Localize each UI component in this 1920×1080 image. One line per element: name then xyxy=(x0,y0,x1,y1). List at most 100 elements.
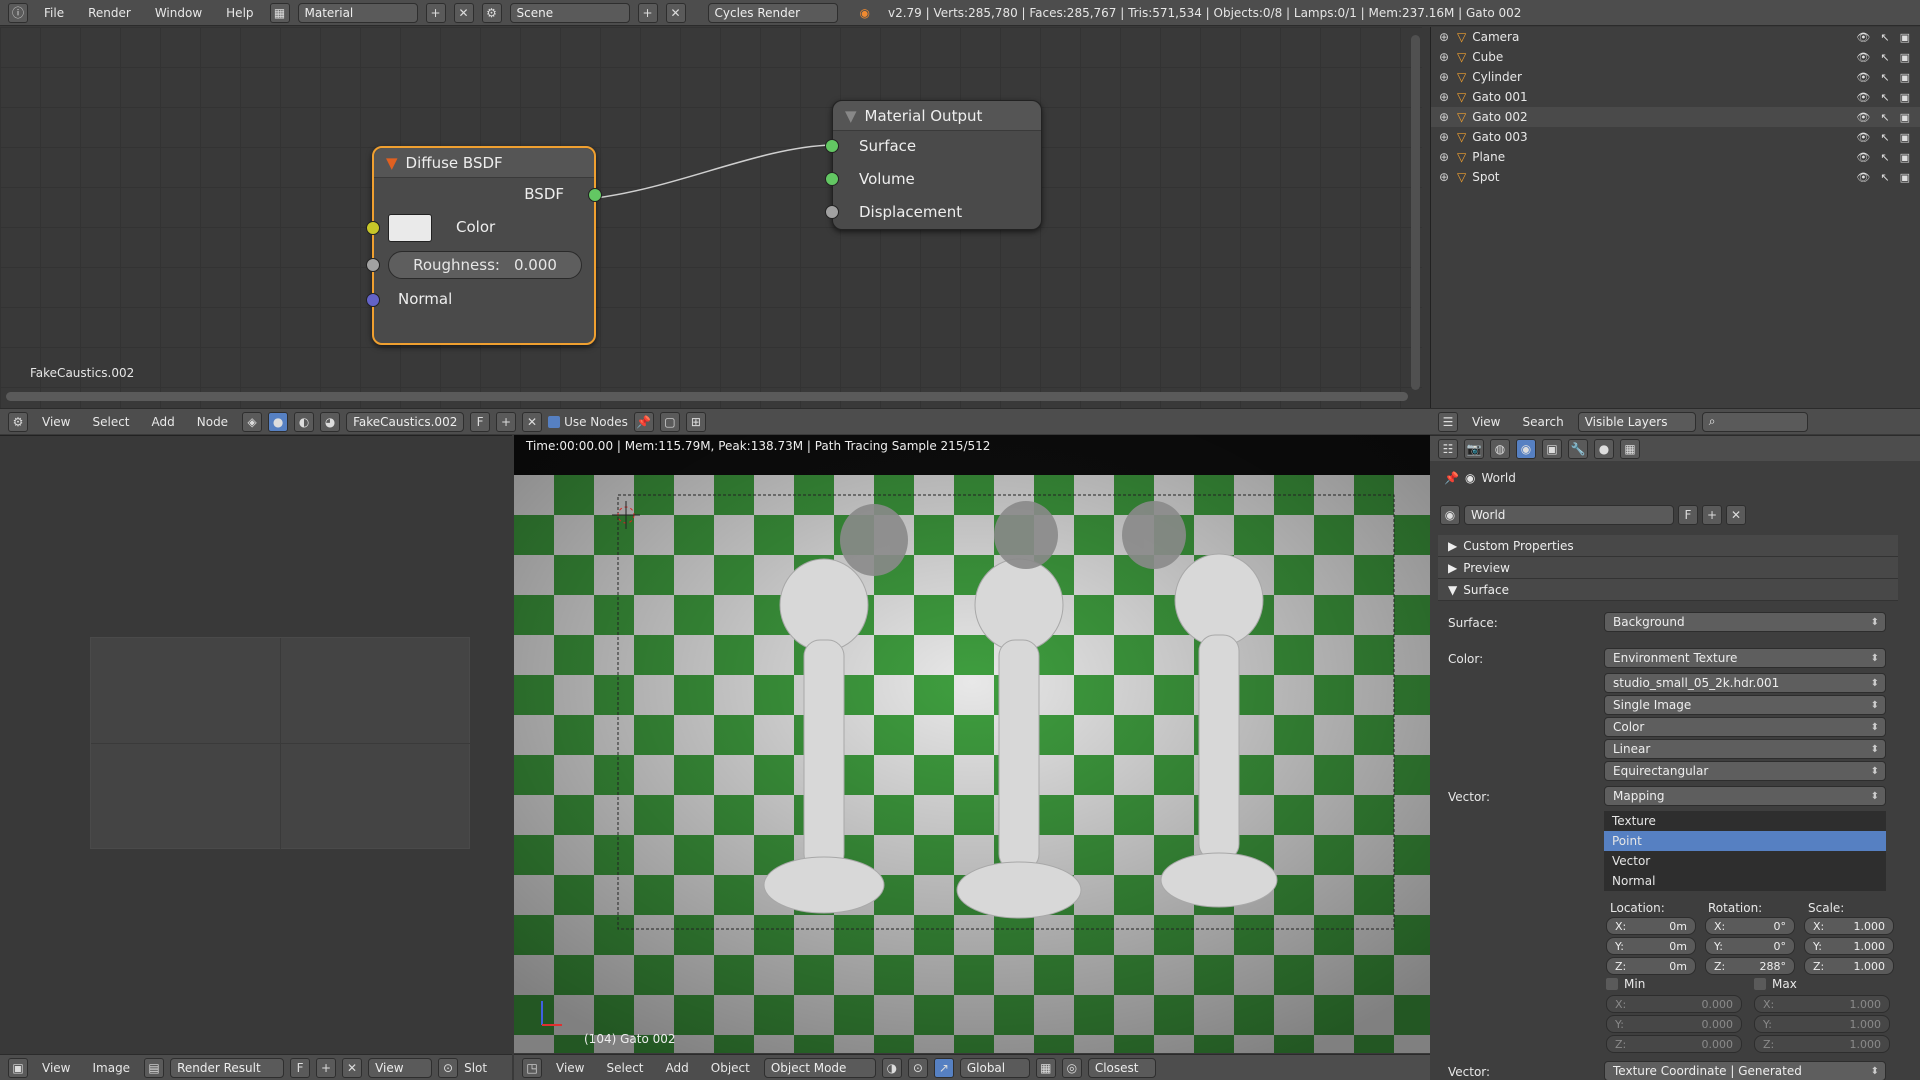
visibility-icon[interactable]: 👁 xyxy=(1856,31,1870,44)
outliner-item[interactable]: ⊕ ▽ Cylinder 👁 ↖ ▣ xyxy=(1431,67,1920,87)
normal-input-socket[interactable] xyxy=(366,293,380,307)
vector2-input-select[interactable]: Texture Coordinate | Generated xyxy=(1604,1061,1886,1080)
select-icon[interactable]: ↖ xyxy=(1880,131,1889,144)
expand-icon[interactable]: ⊕ xyxy=(1439,50,1451,64)
outliner-item[interactable]: ⊕ ▽ Gato 002 👁 ↖ ▣ xyxy=(1431,107,1920,127)
editor-type-button[interactable]: ◳ xyxy=(522,1057,542,1078)
scale-field[interactable]: X: 1.000 xyxy=(1804,917,1894,935)
add-scene-button[interactable]: + xyxy=(637,2,658,23)
rotation-field[interactable]: Y: 0° xyxy=(1705,937,1795,955)
transform-orientation-select[interactable]: Global xyxy=(959,1057,1030,1078)
roughness-input-socket[interactable] xyxy=(366,258,380,272)
menu-view[interactable]: View xyxy=(548,1061,592,1075)
color-swatch[interactable] xyxy=(388,214,432,242)
material-tab-icon[interactable]: ● xyxy=(1594,438,1614,459)
expand-icon[interactable]: ⊕ xyxy=(1439,30,1451,44)
interaction-mode-select[interactable]: Object Mode xyxy=(763,1057,876,1078)
pin-icon[interactable]: 📌 xyxy=(633,411,654,432)
editor-type-button[interactable]: ⚙ xyxy=(8,411,28,432)
scene-field[interactable]: Scene xyxy=(509,2,630,23)
expand-icon[interactable]: ⊕ xyxy=(1439,130,1451,144)
color-input-socket[interactable] xyxy=(366,221,380,235)
fake-user-button[interactable]: F xyxy=(290,1057,311,1078)
3d-viewport[interactable]: Time:00:00.00 | Mem:115.79M, Peak:138.73… xyxy=(514,435,1430,1053)
select-icon[interactable]: ↖ xyxy=(1880,111,1889,124)
add-image-button[interactable]: + xyxy=(316,1057,337,1078)
viewport-shading-icon[interactable]: ◑ xyxy=(881,1057,902,1078)
world-tab-icon[interactable]: ◉ xyxy=(1516,438,1536,459)
object-nodes-icon[interactable]: ● xyxy=(268,411,289,432)
scene-icon[interactable]: ⚙ xyxy=(481,2,502,23)
outliner-item[interactable]: ⊕ ▽ Camera 👁 ↖ ▣ xyxy=(1431,27,1920,47)
collapse-triangle-icon[interactable]: ▼ xyxy=(386,154,398,172)
max-field[interactable]: Y: 1.000 xyxy=(1754,1015,1890,1033)
menu-view[interactable]: View xyxy=(1464,415,1508,429)
outliner-item[interactable]: ⊕ ▽ Plane 👁 ↖ ▣ xyxy=(1431,147,1920,167)
use-nodes-checkbox[interactable]: Use Nodes xyxy=(548,415,628,429)
info-editor-type-button[interactable]: ⓘ xyxy=(8,2,28,23)
fake-user-button[interactable]: F xyxy=(470,411,491,432)
menu-node[interactable]: Node xyxy=(189,415,236,429)
outliner-item[interactable]: ⊕ ▽ Gato 001 👁 ↖ ▣ xyxy=(1431,87,1920,107)
menu-select[interactable]: Select xyxy=(84,415,137,429)
expand-icon[interactable]: ⊕ xyxy=(1439,150,1451,164)
projection-select[interactable]: Equirectangular xyxy=(1604,761,1886,781)
expand-icon[interactable]: ⊕ xyxy=(1439,90,1451,104)
mapping-type-vector[interactable]: Vector xyxy=(1604,851,1886,871)
editor-type-button[interactable]: ☰ xyxy=(1438,411,1458,432)
node-editor-area[interactable]: ▼ Diffuse BSDF BSDF Color Roughness: 0.0… xyxy=(0,27,1422,415)
remove-world-button[interactable]: ✕ xyxy=(1726,505,1746,525)
shader-nodes-icon[interactable]: ◈ xyxy=(242,411,263,432)
outliner-item[interactable]: ⊕ ▽ Gato 003 👁 ↖ ▣ xyxy=(1431,127,1920,147)
material-name-field[interactable]: FakeCaustics.002 xyxy=(346,411,465,432)
vector-input-select[interactable]: Mapping xyxy=(1604,786,1886,806)
scale-field[interactable]: Y: 1.000 xyxy=(1804,937,1894,955)
slot-select[interactable]: Slot xyxy=(464,1061,487,1075)
menu-help[interactable]: Help xyxy=(218,6,261,20)
texture-tab-icon[interactable]: ▦ xyxy=(1620,438,1640,459)
snap-target-select[interactable]: Closest xyxy=(1087,1057,1156,1078)
render-icon[interactable]: ▣ xyxy=(1900,171,1910,184)
material-output-header[interactable]: ▼ Material Output xyxy=(833,101,1041,131)
scale-field[interactable]: Z: 1.000 xyxy=(1804,957,1894,975)
render-icon[interactable]: ▣ xyxy=(1900,151,1910,164)
outliner-item[interactable]: ⊕ ▽ Spot 👁 ↖ ▣ xyxy=(1431,167,1920,187)
properties-area[interactable]: 📌 ◉ World ◉ World F + ✕ ▶ Custom Properti… xyxy=(1430,461,1920,1080)
image-name-field[interactable]: Render Result xyxy=(170,1057,285,1078)
location-field[interactable]: Y: 0m xyxy=(1606,937,1696,955)
remove-layout-button[interactable]: ✕ xyxy=(453,2,474,23)
visibility-icon[interactable]: 👁 xyxy=(1856,131,1870,144)
add-layout-button[interactable]: + xyxy=(425,2,446,23)
location-field[interactable]: Z: 0m xyxy=(1606,957,1696,975)
remove-image-button[interactable]: ✕ xyxy=(342,1057,363,1078)
new-material-button[interactable]: + xyxy=(496,411,517,432)
select-icon[interactable]: ↖ xyxy=(1880,51,1889,64)
menu-window[interactable]: Window xyxy=(147,6,210,20)
outliner-item[interactable]: ⊕ ▽ Cube 👁 ↖ ▣ xyxy=(1431,47,1920,67)
surface-shader-select[interactable]: Background xyxy=(1604,612,1886,632)
visibility-icon[interactable]: 👁 xyxy=(1856,91,1870,104)
visibility-icon[interactable]: 👁 xyxy=(1856,171,1870,184)
image-source-select[interactable]: Single Image xyxy=(1604,695,1886,715)
color-space-select[interactable]: Color xyxy=(1604,717,1886,737)
render-icon[interactable]: ▣ xyxy=(1900,131,1910,144)
max-field[interactable]: Z: 1.000 xyxy=(1754,1035,1890,1053)
material-icon[interactable]: ◕ xyxy=(320,411,341,432)
diffuse-bsdf-node[interactable]: ▼ Diffuse BSDF BSDF Color Roughness: 0.0… xyxy=(366,146,602,345)
mapping-type-texture[interactable]: Texture xyxy=(1604,811,1886,831)
min-field[interactable]: Y: 0.000 xyxy=(1606,1015,1742,1033)
location-field[interactable]: X: 0m xyxy=(1606,917,1696,935)
visibility-icon[interactable]: 👁 xyxy=(1856,151,1870,164)
render-icon[interactable]: ▣ xyxy=(1900,111,1910,124)
min-checkbox[interactable]: Min xyxy=(1606,977,1645,991)
render-only-icon[interactable]: ◎ xyxy=(1061,1057,1082,1078)
fake-user-button[interactable]: F xyxy=(1678,505,1698,525)
visibility-icon[interactable]: 👁 xyxy=(1856,111,1870,124)
snap-icon[interactable]: ⊞ xyxy=(685,411,706,432)
menu-add[interactable]: Add xyxy=(144,415,183,429)
screen-layout-icon[interactable]: ▦ xyxy=(269,2,290,23)
render-tab-icon[interactable]: 📷 xyxy=(1464,438,1484,459)
diffuse-bsdf-header[interactable]: ▼ Diffuse BSDF xyxy=(374,148,594,178)
menu-view[interactable]: View xyxy=(34,1061,78,1075)
image-name-field[interactable]: studio_small_05_2k.hdr.001 xyxy=(1604,673,1886,693)
